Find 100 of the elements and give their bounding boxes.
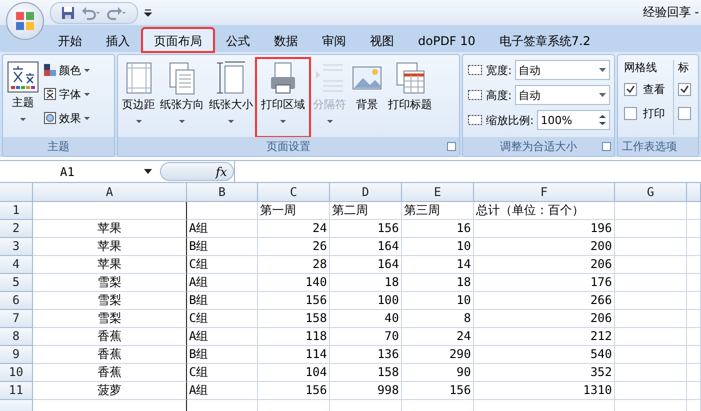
table-cell [615, 274, 687, 292]
ribbon-button[interactable]: 打印标题 [386, 58, 434, 137]
table-cell: 第一周 [258, 202, 330, 220]
ribbon-button[interactable]: 纸张方向 [158, 58, 206, 137]
row-header[interactable]: 9 [0, 346, 33, 364]
office-button[interactable] [6, 2, 44, 40]
table-cell: 156 [258, 382, 330, 400]
row-header[interactable]: 4 [0, 256, 33, 274]
spinner-field[interactable]: 100% [536, 110, 610, 130]
ribbon-tab[interactable]: 插入 [94, 28, 142, 52]
ribbon-tab[interactable]: 审阅 [310, 28, 358, 52]
checkbox[interactable] [678, 82, 691, 96]
table-cell: 156 [330, 220, 402, 238]
ribbon-button[interactable]: 背景 [349, 58, 385, 137]
column-header[interactable]: B [187, 183, 258, 202]
column-header[interactable]: F [474, 183, 615, 202]
column-header[interactable]: A [33, 183, 187, 202]
ribbon-button[interactable]: 页边距 [120, 58, 157, 137]
theme-option-button[interactable]: 效果 [42, 107, 92, 129]
ribbon-tab[interactable]: 公式 [214, 28, 262, 52]
table-cell: 100 [330, 292, 402, 310]
column-header[interactable] [687, 183, 701, 202]
caret-icon [20, 118, 26, 121]
page-size-icon [215, 61, 247, 95]
dropdown-field[interactable]: 自动 [514, 85, 610, 105]
table-cell: 10 [402, 238, 474, 256]
ribbon-button[interactable]: 打印区域 [256, 58, 310, 137]
table-cell: 10 [402, 292, 474, 310]
select-all-button[interactable] [0, 183, 33, 202]
font-icon [44, 88, 56, 100]
dashed-box-icon [467, 63, 483, 77]
row-header[interactable]: 5 [0, 274, 33, 292]
column-header[interactable]: E [402, 183, 474, 202]
name-box[interactable]: A1 [0, 161, 160, 182]
caret-icon [84, 92, 90, 96]
column-header[interactable]: D [330, 183, 402, 202]
theme-button[interactable]: 主题 [5, 58, 41, 137]
customize-icon[interactable] [144, 8, 152, 18]
ribbon-tab[interactable]: doPDF 10 [406, 28, 488, 52]
checkbox[interactable] [624, 106, 637, 120]
table-cell: 14 [402, 256, 474, 274]
checkbox[interactable] [678, 106, 691, 120]
row-header[interactable]: 10 [0, 364, 33, 382]
table-cell: C组 [187, 364, 258, 382]
table-cell [687, 364, 701, 382]
table-icon [394, 61, 426, 95]
insert-function-button[interactable]: fx [216, 164, 227, 178]
dialog-launcher-icon[interactable] [447, 142, 456, 151]
undo-icon[interactable] [81, 6, 101, 20]
table-cell: 136 [330, 346, 402, 364]
table-cell: 18 [330, 274, 402, 292]
table-cell: 156 [258, 292, 330, 310]
ribbon-button[interactable]: 纸张大小 [207, 58, 255, 137]
table-cell: 香蕉 [33, 346, 187, 364]
table-cell: 140 [258, 274, 330, 292]
table-cell: 212 [474, 328, 615, 346]
table-cell: 苹果 [33, 256, 187, 274]
theme-option-button[interactable]: 颜色 [42, 59, 92, 81]
ribbon-tab[interactable]: 开始 [46, 28, 94, 52]
row-header[interactable]: 3 [0, 238, 33, 256]
option-heading: 网格线 [624, 60, 658, 75]
row-header[interactable]: 8 [0, 328, 33, 346]
row-header[interactable]: 7 [0, 310, 33, 328]
row-header[interactable]: 6 [0, 292, 33, 310]
circle-icon [44, 112, 56, 124]
spinner-arrows-icon[interactable] [599, 114, 606, 126]
table-cell [687, 328, 701, 346]
table-cell [687, 274, 701, 292]
caret-icon [179, 120, 185, 123]
ribbon-tab[interactable]: 视图 [358, 28, 406, 52]
caret-icon [136, 120, 142, 123]
column-header[interactable]: G [615, 183, 687, 202]
table-cell: 164 [330, 238, 402, 256]
row-header[interactable]: 2 [0, 220, 33, 238]
table-cell: 118 [258, 328, 330, 346]
column-header[interactable]: C [258, 183, 330, 202]
caret-icon [280, 120, 286, 123]
redo-icon[interactable] [107, 6, 127, 20]
table-cell [615, 310, 687, 328]
table-cell: 第三周 [402, 202, 474, 220]
dropdown-field[interactable]: 自动 [514, 60, 610, 80]
table-cell: 104 [258, 364, 330, 382]
table-cell: 18 [402, 274, 474, 292]
option-heading: 标 [678, 60, 690, 75]
row-header[interactable]: 1 [0, 202, 33, 220]
table-cell [187, 202, 258, 220]
dialog-launcher-icon[interactable] [602, 142, 611, 151]
table-cell: A组 [187, 328, 258, 346]
caret-icon [228, 120, 234, 123]
table-cell [687, 220, 701, 238]
save-icon[interactable] [61, 6, 75, 20]
row-header[interactable]: 11 [0, 382, 33, 400]
checkbox[interactable] [624, 82, 637, 96]
theme-option-button[interactable]: 字体 [42, 83, 92, 105]
table-cell: 24 [402, 328, 474, 346]
ribbon-tab[interactable]: 数据 [262, 28, 310, 52]
table-cell [687, 382, 701, 400]
ribbon-tab[interactable]: 电子签章系统7.2 [487, 28, 603, 52]
ribbon-tab[interactable]: 页面布局 [142, 28, 214, 52]
table-cell: 206 [474, 256, 615, 274]
